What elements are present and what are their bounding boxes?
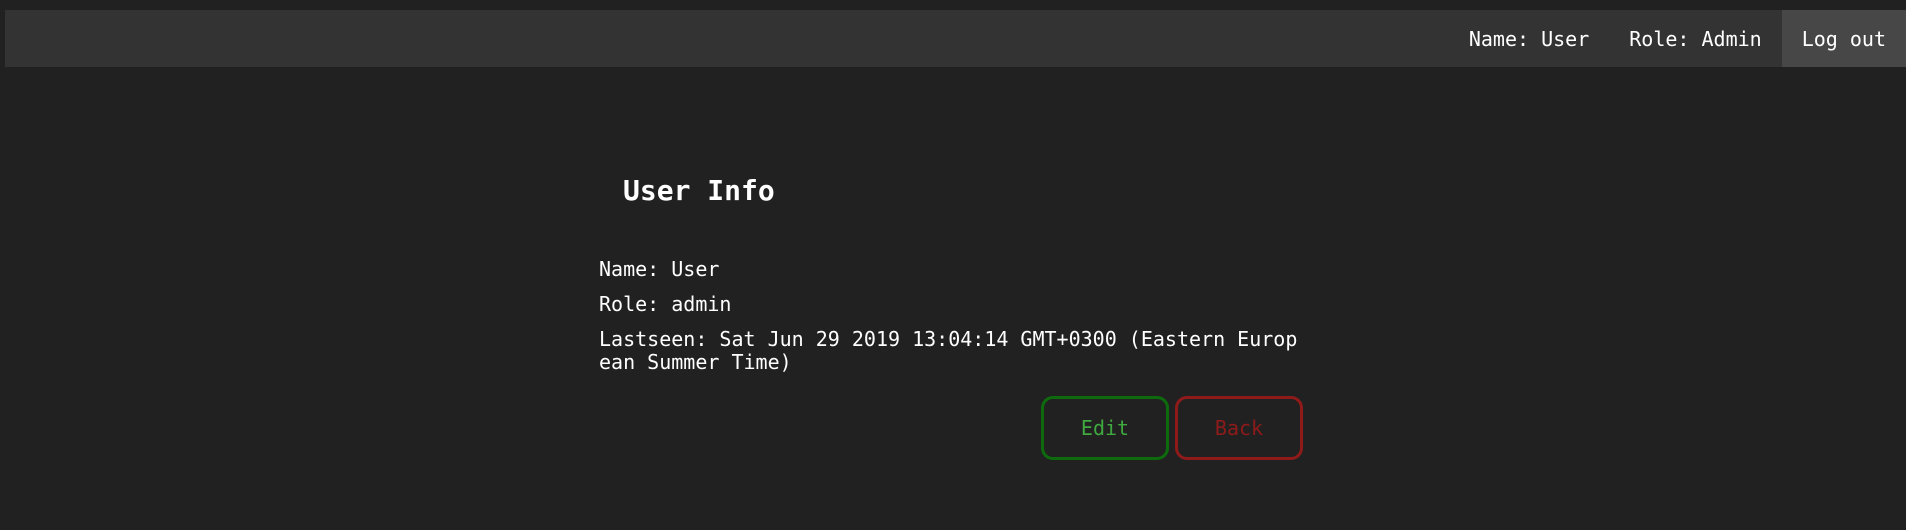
nav-user-name: Name: User (1468, 26, 1590, 51)
app-frame: Name: User Role: Admin Log out User Info… (5, 10, 1906, 530)
user-name-row: Name: User (599, 257, 720, 281)
user-details: Name: User Role: admin Lastseen: Sat Jun… (599, 258, 1319, 386)
page-title: User Info (623, 174, 775, 207)
edit-button[interactable]: Edit (1041, 396, 1169, 460)
user-role-row: Role: admin (599, 292, 732, 316)
back-button[interactable]: Back (1175, 396, 1303, 460)
nav-user-role: Role: Admin (1629, 26, 1762, 51)
user-lastseen-row: Lastseen: Sat Jun 29 2019 13:04:14 GMT+0… (599, 327, 1298, 374)
logout-button[interactable]: Log out (1781, 10, 1906, 67)
top-navbar: Name: User Role: Admin Log out (5, 10, 1906, 67)
action-buttons: Edit Back (1041, 396, 1303, 460)
